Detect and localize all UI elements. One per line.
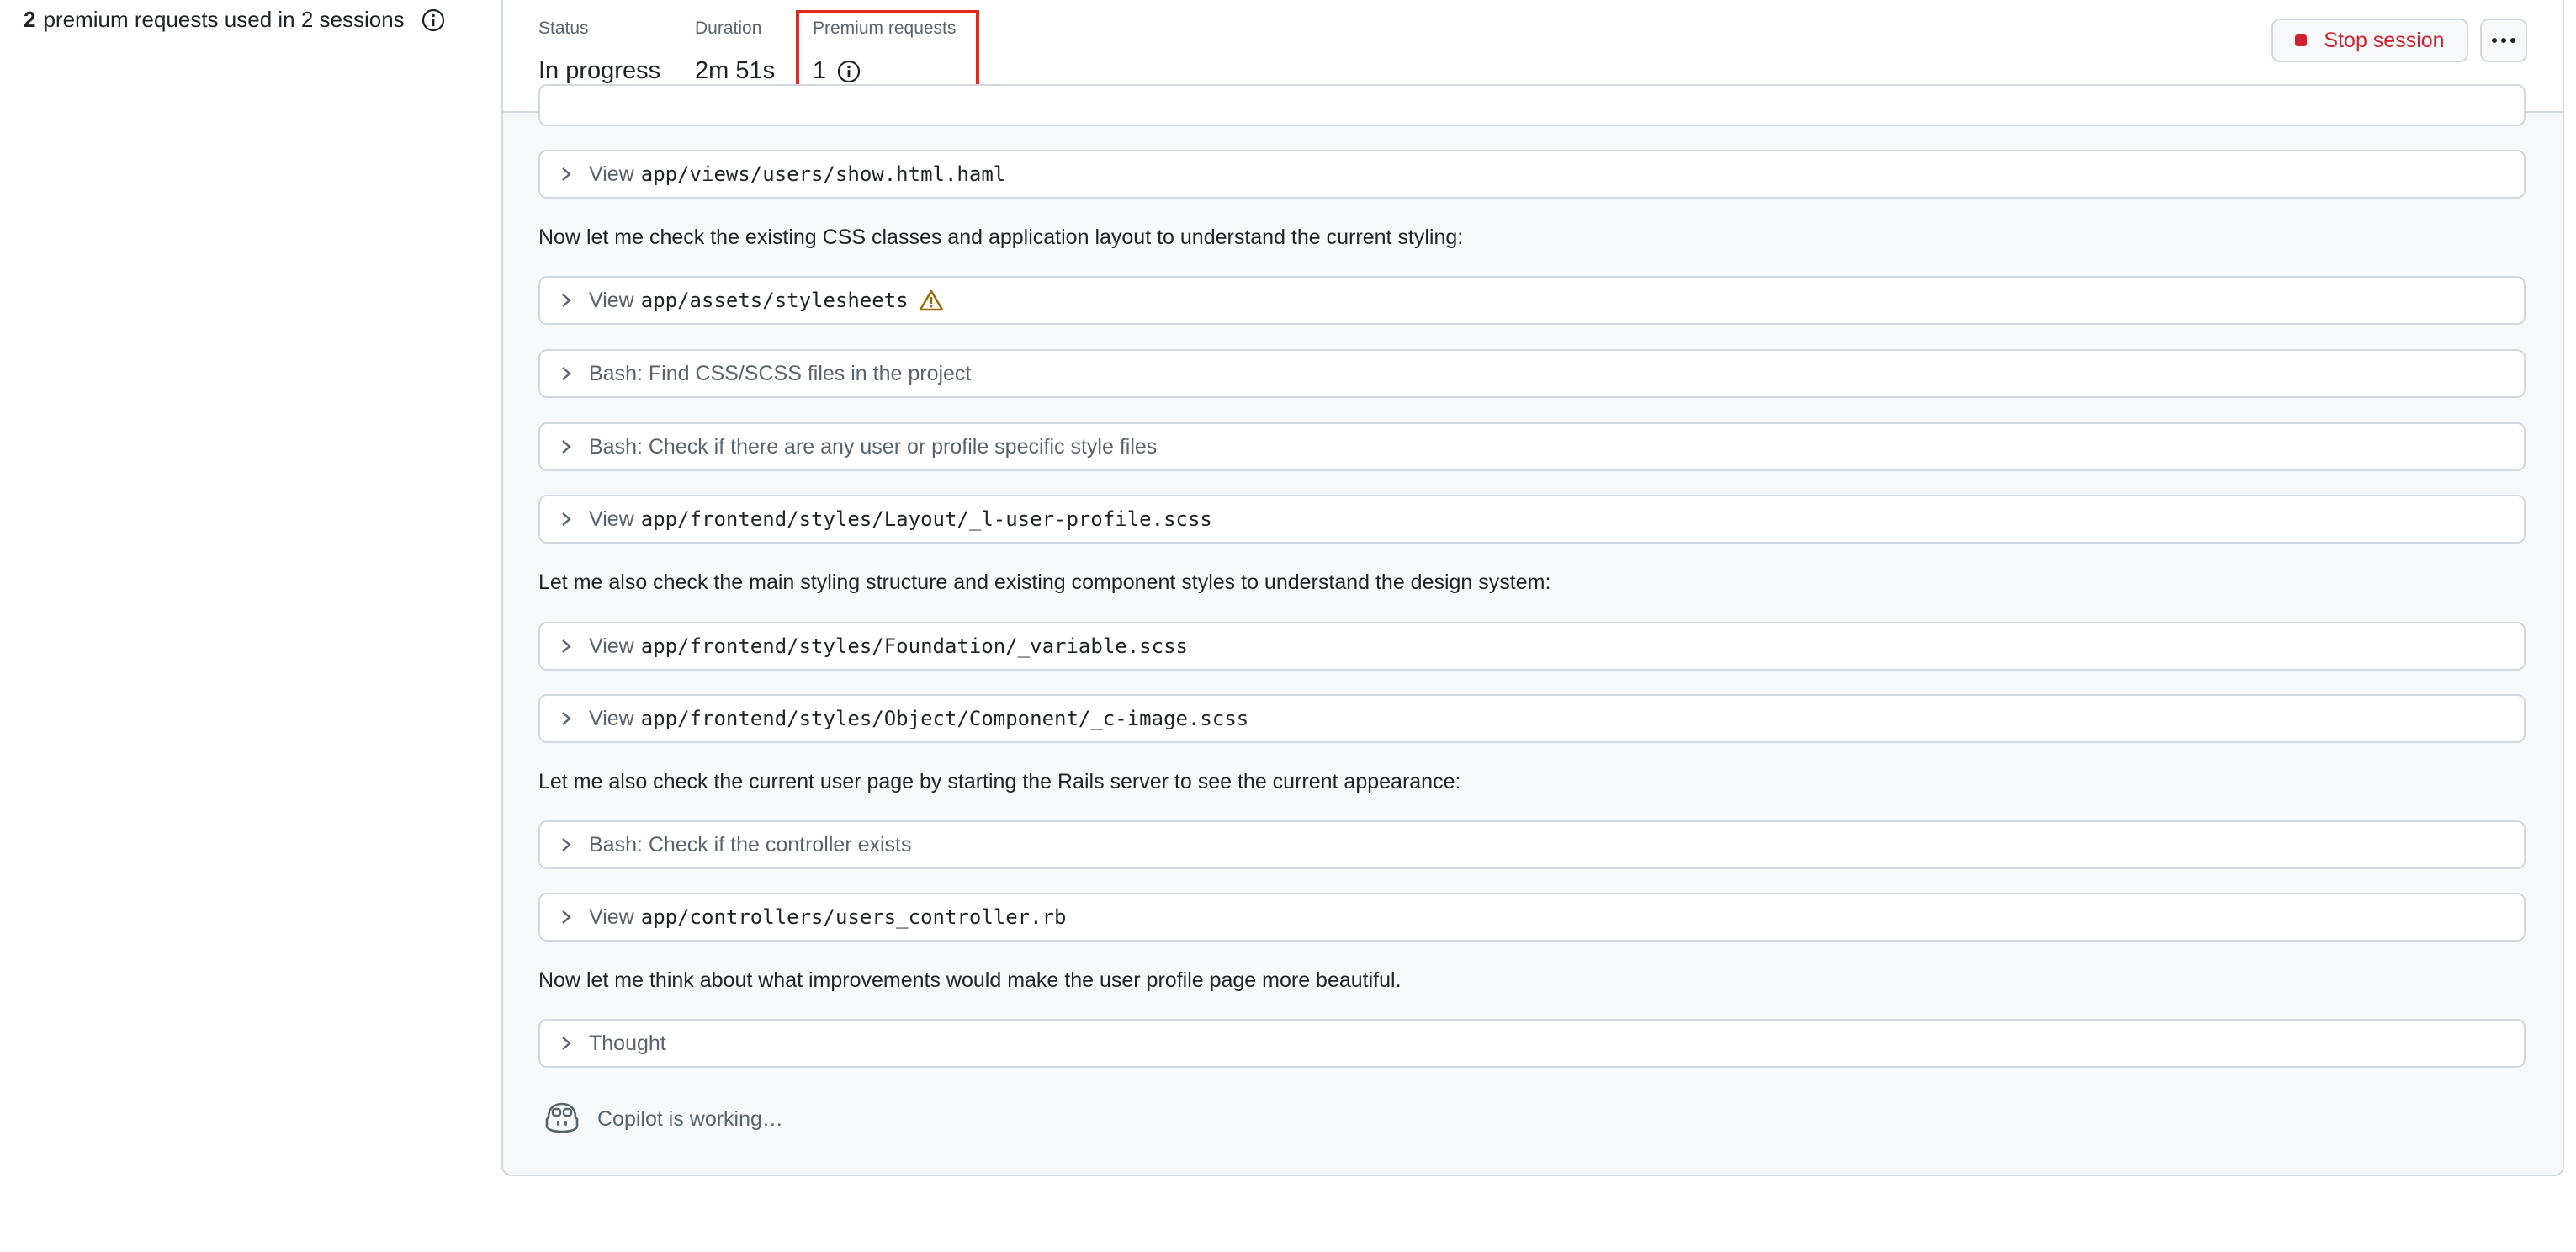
log-row-verb: View [589, 634, 634, 658]
log-row[interactable]: View app/assets/stylesheets [538, 276, 2526, 325]
log-row-verb: View [589, 905, 634, 929]
log-paragraph: Now let me check the existing CSS classe… [538, 225, 1464, 249]
chevron-right-icon [560, 710, 572, 727]
log-row-thought[interactable]: Thought [538, 1019, 2526, 1068]
log-row-verb: Bash: Find CSS/SCSS files in the project [589, 361, 972, 385]
chevron-right-icon [560, 1035, 572, 1052]
log-paragraph: Let me also check the current user page … [538, 770, 1461, 793]
chevron-right-icon [560, 909, 572, 926]
log-row-verb: Bash: Check if the controller exists [589, 832, 912, 857]
log-row-verb: View [589, 706, 634, 730]
session-panel: Status In progress Duration 2m 51s Premi… [501, 0, 2564, 1176]
log-row[interactable]: Bash: Check if the controller exists [538, 820, 2526, 869]
duration-label: Duration [695, 19, 762, 38]
log-row[interactable]: View app/frontend/styles/Object/Componen… [538, 694, 2526, 743]
copilot-working-text: Copilot is working… [597, 1107, 783, 1131]
log-row-path: app/frontend/styles/Object/Component/_c-… [640, 707, 1249, 730]
chevron-right-icon [560, 511, 572, 528]
log-row[interactable]: View app/controllers/users_controller.rb [538, 893, 2526, 942]
status-value: In progress [538, 57, 661, 84]
info-icon[interactable] [421, 8, 446, 39]
premium-usage-summary: 2 premium requests used in 2 sessions [24, 7, 445, 33]
copilot-working-status: Copilot is working… [543, 1101, 783, 1138]
chevron-right-icon [560, 166, 572, 183]
chevron-right-icon [560, 365, 572, 382]
log-row[interactable]: Bash: Check if there are any user or pro… [538, 422, 2526, 471]
duration-value: 2m 51s [695, 57, 776, 84]
chevron-right-icon [560, 438, 572, 455]
log-row-verb: View [589, 162, 634, 186]
log-row[interactable]: View app/frontend/styles/Foundation/_var… [538, 622, 2526, 671]
more-options-button[interactable] [2480, 19, 2527, 62]
log-row[interactable]: View app/frontend/styles/Layout/_l-user-… [538, 495, 2526, 544]
log-row-verb: View [589, 507, 634, 531]
log-paragraph: Now let me think about what improvements… [538, 968, 1402, 992]
chevron-right-icon [560, 292, 572, 309]
alert-icon [919, 289, 944, 312]
kebab-horizontal-icon [2491, 33, 2516, 48]
stop-session-button[interactable]: Stop session [2271, 19, 2468, 62]
copilot-icon [543, 1101, 580, 1138]
log-row[interactable]: View app/views/users/show.html.haml [538, 150, 2526, 199]
status-label: Status [538, 19, 589, 38]
stop-session-label: Stop session [2324, 28, 2445, 52]
status-stat: Status In progress [538, 19, 660, 85]
log-row-partial[interactable] [538, 84, 2526, 126]
usage-count: 2 [24, 7, 36, 32]
log-row[interactable]: Bash: Find CSS/SCSS files in the project [538, 349, 2526, 398]
chevron-right-icon [560, 836, 572, 853]
log-row-path: app/views/users/show.html.haml [640, 162, 1006, 186]
log-row-verb: View [589, 288, 634, 312]
chevron-right-icon [560, 638, 572, 655]
duration-stat: Duration 2m 51s [695, 19, 775, 85]
log-row-path: app/frontend/styles/Layout/_l-user-profi… [640, 507, 1212, 531]
log-row-path: app/frontend/styles/Foundation/_variable… [640, 634, 1188, 658]
log-row-verb: Bash: Check if there are any user or pro… [589, 434, 1158, 459]
log-paragraph: Let me also check the main styling struc… [538, 570, 1551, 594]
log-row-path: app/controllers/users_controller.rb [640, 905, 1067, 929]
log-row-verb: Thought [589, 1031, 666, 1055]
usage-text: premium requests used in 2 sessions [43, 7, 405, 32]
log-row-path: app/assets/stylesheets [640, 289, 909, 312]
stop-icon [2295, 34, 2308, 46]
